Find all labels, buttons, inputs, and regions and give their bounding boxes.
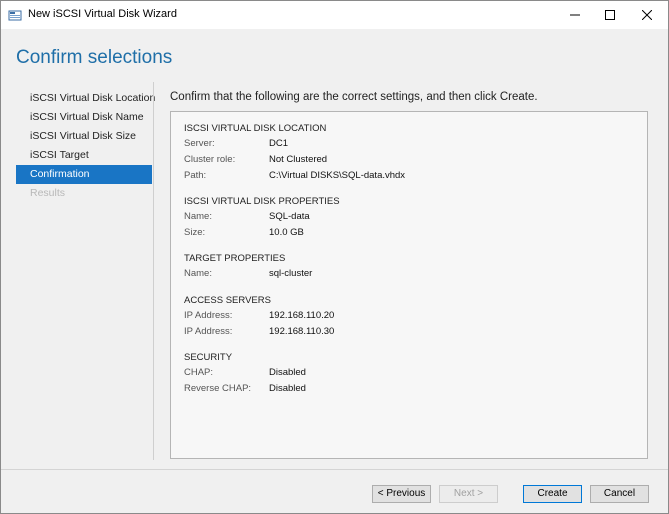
page-title: Confirm selections bbox=[16, 47, 173, 68]
row-label: Name: bbox=[184, 211, 212, 222]
section-security: SECURITY CHAP: Disabled Reverse CHAP: Di… bbox=[184, 350, 306, 397]
row-value: 192.168.110.20 bbox=[269, 310, 335, 321]
row-label: Size: bbox=[184, 227, 206, 238]
summary-row: IP Address: 192.168.110.30 bbox=[184, 324, 334, 340]
instruction-text: Confirm that the following are the corre… bbox=[170, 91, 538, 103]
previous-button[interactable]: < Previous bbox=[372, 485, 431, 503]
row-value: 10.0 GB bbox=[269, 227, 304, 238]
summary-row: IP Address: 192.168.110.20 bbox=[184, 308, 334, 324]
section-disk-properties: ISCSI VIRTUAL DISK PROPERTIES Name: SQL-… bbox=[184, 194, 340, 241]
wizard-step-nav: iSCSI Virtual Disk Location iSCSI Virtua… bbox=[16, 89, 155, 203]
wizard-app-icon bbox=[8, 10, 22, 21]
section-title: ACCESS SERVERS bbox=[184, 295, 271, 306]
nav-divider bbox=[153, 82, 154, 460]
minimize-icon bbox=[570, 14, 580, 16]
row-label: IP Address: bbox=[184, 326, 233, 337]
summary-row: Reverse CHAP: Disabled bbox=[184, 381, 306, 397]
row-label: Reverse CHAP: bbox=[184, 383, 252, 394]
cancel-button[interactable]: Cancel bbox=[590, 485, 649, 503]
title-bar[interactable]: New iSCSI Virtual Disk Wizard bbox=[1, 1, 668, 29]
summary-row: Name: sql-cluster bbox=[184, 266, 312, 282]
row-value: sql-cluster bbox=[269, 268, 313, 279]
confirmation-summary-panel[interactable]: ISCSI VIRTUAL DISK LOCATION Server: DC1 … bbox=[170, 111, 648, 459]
close-icon bbox=[642, 10, 652, 20]
section-access-servers: ACCESS SERVERS IP Address: 192.168.110.2… bbox=[184, 293, 334, 340]
section-target-properties: TARGET PROPERTIES Name: sql-cluster bbox=[184, 251, 312, 282]
row-label: IP Address: bbox=[184, 310, 233, 321]
row-label: CHAP: bbox=[184, 367, 214, 378]
summary-row: Name: SQL-data bbox=[184, 209, 340, 225]
nav-item-iscsi-target[interactable]: iSCSI Target bbox=[16, 146, 152, 165]
nav-item-disk-size[interactable]: iSCSI Virtual Disk Size bbox=[16, 127, 152, 146]
nav-item-disk-name[interactable]: iSCSI Virtual Disk Name bbox=[16, 108, 152, 127]
summary-row: Path: C:\Virtual DISKS\SQL-data.vhdx bbox=[184, 168, 405, 184]
summary-row: Size: 10.0 GB bbox=[184, 225, 340, 241]
row-value: Disabled bbox=[269, 367, 306, 378]
summary-row: CHAP: Disabled bbox=[184, 365, 306, 381]
row-value: C:\Virtual DISKS\SQL-data.vhdx bbox=[269, 170, 406, 181]
section-title: ISCSI VIRTUAL DISK PROPERTIES bbox=[184, 196, 340, 207]
row-label: Cluster role: bbox=[184, 154, 236, 165]
maximize-button[interactable] bbox=[589, 1, 631, 29]
summary-row: Cluster role: Not Clustered bbox=[184, 152, 405, 168]
create-button[interactable]: Create bbox=[523, 485, 582, 503]
section-title: SECURITY bbox=[184, 352, 233, 363]
summary-row: Server: DC1 bbox=[184, 136, 405, 152]
row-value: Not Clustered bbox=[269, 154, 328, 165]
row-value: DC1 bbox=[269, 138, 289, 149]
nav-item-disk-location[interactable]: iSCSI Virtual Disk Location bbox=[16, 89, 155, 108]
next-button: Next > bbox=[439, 485, 498, 503]
row-value: Disabled bbox=[269, 383, 306, 394]
wizard-window: New iSCSI Virtual Disk Wizard Confirm se… bbox=[0, 0, 669, 514]
row-label: Name: bbox=[184, 268, 212, 279]
row-value: 192.168.110.30 bbox=[269, 326, 335, 337]
row-label: Server: bbox=[184, 138, 215, 149]
maximize-icon bbox=[605, 10, 615, 20]
section-disk-location: ISCSI VIRTUAL DISK LOCATION Server: DC1 … bbox=[184, 121, 405, 184]
section-title: ISCSI VIRTUAL DISK LOCATION bbox=[184, 123, 327, 134]
footer-divider bbox=[1, 469, 668, 470]
nav-item-results: Results bbox=[30, 187, 66, 199]
close-button[interactable] bbox=[626, 1, 668, 29]
row-label: Path: bbox=[184, 170, 207, 181]
wizard-body: Confirm selections iSCSI Virtual Disk Lo… bbox=[1, 29, 668, 513]
row-value: SQL-data bbox=[269, 211, 310, 222]
nav-item-confirmation[interactable]: Confirmation bbox=[16, 165, 152, 184]
section-title: TARGET PROPERTIES bbox=[184, 253, 286, 264]
window-title: New iSCSI Virtual Disk Wizard bbox=[28, 8, 177, 20]
